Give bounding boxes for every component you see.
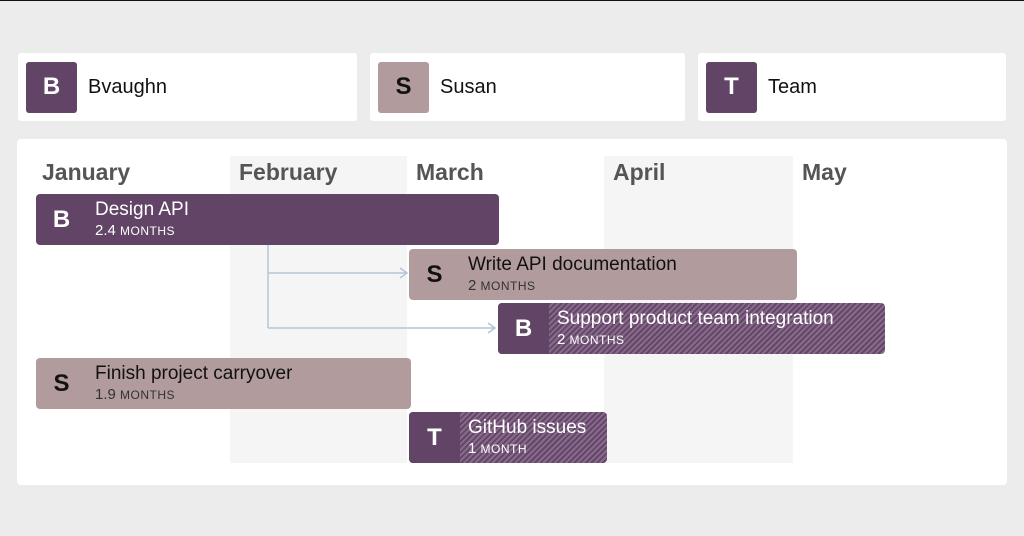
task-assignee-badge: S [426,260,443,288]
month-label-february: February [239,159,338,185]
task-bar-finish-project-carryover[interactable]: S Finish project carryover 1.9 MONTHS [36,358,411,409]
task-bar-github-issues[interactable]: T GitHub issues 1 MONTH [409,412,607,463]
month-label-march: March [416,159,484,185]
timeline-panel: January February March April May B Desig… [17,139,1007,485]
task-title: Write API documentation [468,254,677,275]
task-assignee-badge: S [53,369,70,397]
avatar: S [378,61,429,113]
task-duration: 1 MONTH [468,440,528,457]
dependency-arrow [487,322,497,334]
assignee-name: Team [768,75,817,98]
task-duration: 1.9 MONTHS [95,386,176,403]
task-title: GitHub issues [468,417,587,438]
avatar: T [706,61,757,113]
assignee-card-team[interactable]: T Team [698,53,1006,121]
month-label-april: April [613,159,666,185]
task-bar-support-product-team-integration[interactable]: B Support product team integration 2 MON… [498,303,885,354]
assignee-name: Susan [440,75,497,98]
task-bar-design-api[interactable]: B Design API 2.4 MONTHS [36,194,499,245]
task-assignee-badge: B [52,205,71,233]
task-assignee-badge: B [498,303,549,354]
task-title: Support product team integration [557,308,834,329]
window-top-border [0,0,1024,1]
task-bar-write-api-documentation[interactable]: S Write API documentation 2 MONTHS [409,249,797,300]
task-duration: 2.4 MONTHS [95,222,176,239]
month-label-may: May [802,159,847,185]
task-duration: 2 MONTHS [468,277,536,294]
month-label-january: January [42,159,131,185]
task-assignee-badge: T [409,412,460,463]
task-title: Design API [95,199,189,220]
assignee-card-bvaughn[interactable]: B Bvaughn [18,53,357,121]
assignee-name: Bvaughn [88,75,167,98]
avatar: B [26,61,77,113]
task-title: Finish project carryover [95,363,293,384]
assignee-card-susan[interactable]: S Susan [370,53,685,121]
assignee-list: B Bvaughn S Susan T Team [18,53,1006,121]
task-duration: 2 MONTHS [557,331,625,348]
